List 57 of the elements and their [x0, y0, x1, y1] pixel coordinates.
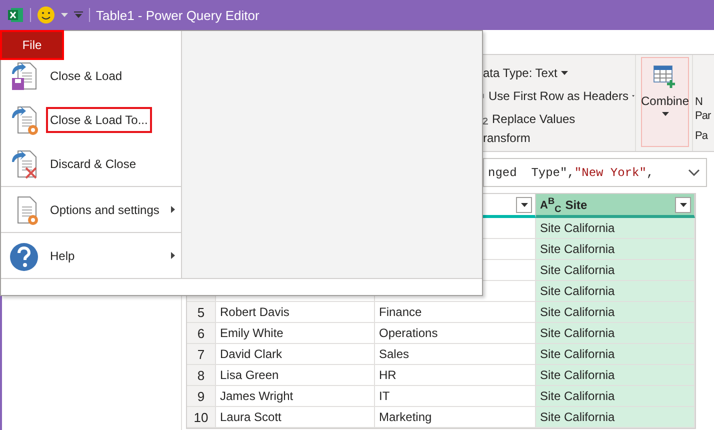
menu-item[interactable]: Options and settings [48, 198, 162, 220]
table-cell: Site California [536, 323, 695, 344]
caret-icon [520, 202, 528, 206]
table-cell: Site California [536, 260, 695, 281]
table-cell: Site California [536, 239, 695, 260]
table-cell: IT [375, 386, 536, 407]
table-cell: Site California [536, 365, 695, 386]
table-cell: Lisa Green [216, 365, 375, 386]
filter-dropdown-button[interactable] [516, 196, 532, 212]
table-cell: HR [375, 365, 536, 386]
menu-item[interactable]: Discard & Close [48, 153, 138, 175]
row-number: 9 [187, 386, 216, 407]
column-header[interactable]: A$^{B}$$_{C}$ Site [536, 194, 695, 218]
smiley-icon[interactable] [37, 6, 55, 24]
table-cell: Laura Scott [216, 407, 375, 428]
table-cell: Site California [536, 218, 695, 239]
menu-item[interactable]: Close & Load To... [48, 109, 150, 131]
combine-table-icon [652, 64, 678, 90]
table-cell: Site California [536, 407, 695, 428]
row-number: 6 [187, 323, 216, 344]
window-title: Table1 - Power Query Editor [96, 8, 260, 22]
filter-dropdown-button[interactable] [675, 196, 691, 212]
caret-icon [61, 13, 68, 17]
table-cell: Site California [536, 302, 695, 323]
formula-field[interactable]: nged Type","New York", [483, 158, 707, 187]
row-number: 10 [187, 407, 216, 428]
ribbon-command[interactable]: Par [695, 109, 711, 123]
ribbon-command[interactable]: Use First Row as Headers [488, 88, 628, 103]
file-tab[interactable]: File [2, 32, 62, 58]
ribbon-command[interactable]: ata Type: Text [483, 66, 558, 80]
table-cell: Sales [375, 344, 536, 365]
group-label: ransform [483, 131, 532, 145]
spreadsheet-app-icon[interactable] [8, 7, 24, 23]
menu-item[interactable]: Close & Load [48, 65, 124, 87]
combine-button[interactable]: Combine [641, 57, 689, 147]
caret-icon [662, 112, 668, 116]
table-cell: Operations [375, 323, 536, 344]
ribbon-command[interactable]: N [695, 95, 702, 109]
table-cell: Marketing [375, 407, 536, 428]
menu-item[interactable]: Help [48, 244, 77, 266]
table-cell: Finance [375, 302, 536, 323]
table-cell: James Wright [216, 386, 375, 407]
table-cell: Site California [536, 281, 695, 302]
row-number: 5 [187, 302, 216, 323]
table-cell: Emily White [216, 323, 375, 344]
table-cell: Robert Davis [216, 302, 375, 323]
customize-toolbar-icon[interactable] [74, 11, 83, 19]
table-cell: Site California [536, 386, 695, 407]
chevron-down-icon[interactable] [688, 169, 700, 176]
table-cell: Site California [536, 344, 695, 365]
row-number: 8 [187, 365, 216, 386]
ribbon-command[interactable]: Replace Values [492, 112, 576, 126]
column-title: Site [565, 198, 588, 212]
caret-icon [680, 202, 686, 206]
table-cell: David Clark [216, 344, 375, 365]
group-label: Pa [695, 129, 708, 143]
row-number: 7 [187, 344, 216, 365]
